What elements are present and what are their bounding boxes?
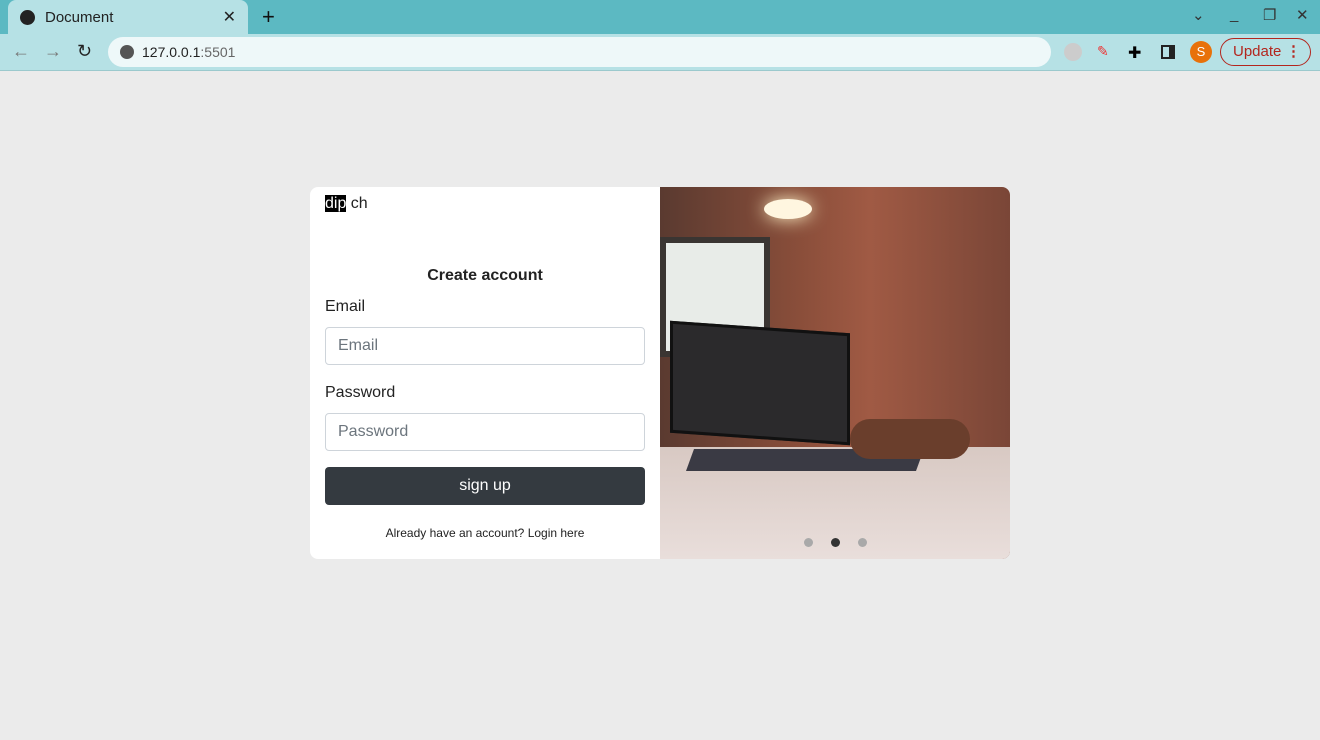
reload-icon[interactable]: ↻ (77, 41, 92, 62)
back-icon[interactable]: ← (12, 41, 30, 62)
logo-rest: ch (346, 195, 368, 212)
profile-avatar[interactable]: S (1190, 41, 1212, 63)
carousel-dot-3[interactable] (857, 538, 867, 547)
logo: dip ch (325, 195, 368, 213)
login-prompt: Already have an account? Login here (310, 526, 660, 540)
email-label: Email (325, 298, 366, 315)
sign-up-button[interactable]: sign up (325, 467, 645, 505)
tab-search-icon[interactable]: ⌄ (1192, 6, 1205, 24)
logo-highlight: dip (325, 195, 347, 212)
form-title: Create account (427, 267, 543, 284)
extensions-puzzle-icon[interactable]: ✚ (1128, 43, 1146, 62)
login-link[interactable]: Login here (528, 526, 585, 540)
browser-tab[interactable]: Document ✕ (8, 0, 248, 34)
photo-laptop (670, 320, 850, 446)
minimize-icon[interactable]: _ (1230, 6, 1238, 23)
url-port: :5501 (200, 44, 236, 60)
browser-toolbar: ← → ↻ 127.0.0.1:5501 ✎ ✚ S Update ⋮ (0, 34, 1320, 71)
globe-icon (20, 9, 35, 25)
address-bar[interactable]: 127.0.0.1:5501 (108, 37, 1051, 67)
update-button[interactable]: Update ⋮ (1220, 38, 1311, 66)
close-tab-icon[interactable]: ✕ (223, 7, 236, 27)
side-panel-icon[interactable] (1161, 45, 1175, 59)
extension-globe-icon[interactable] (1064, 43, 1082, 61)
signup-form: dip ch Create account Email Password sig… (310, 187, 660, 559)
url-host: 127.0.0.1 (142, 44, 201, 60)
tab-title: Document (45, 8, 114, 26)
login-prompt-text: Already have an account? (385, 526, 525, 540)
photo-lamp (764, 199, 812, 219)
carousel-dot-2[interactable] (830, 538, 840, 547)
site-info-icon[interactable] (120, 45, 134, 59)
carousel-dot-1[interactable] (803, 538, 813, 547)
password-label: Password (325, 384, 396, 401)
tab-strip: Document ✕ + ⌄ _ ❐ ✕ (0, 0, 1320, 34)
restore-icon[interactable]: ❐ (1263, 6, 1276, 24)
color-picker-icon[interactable]: ✎ (1097, 43, 1115, 61)
carousel (660, 187, 1010, 559)
signup-card: dip ch Create account Email Password sig… (310, 187, 1010, 559)
password-input[interactable] (325, 413, 645, 451)
email-input[interactable] (325, 327, 645, 365)
forward-icon[interactable]: → (44, 41, 62, 62)
new-tab-button[interactable]: + (262, 4, 275, 30)
update-label: Update (1233, 43, 1282, 60)
carousel-indicators (660, 538, 1010, 547)
menu-dots-icon[interactable]: ⋮ (1286, 39, 1301, 65)
close-window-icon[interactable]: ✕ (1296, 6, 1309, 24)
photo-hand (850, 419, 970, 459)
